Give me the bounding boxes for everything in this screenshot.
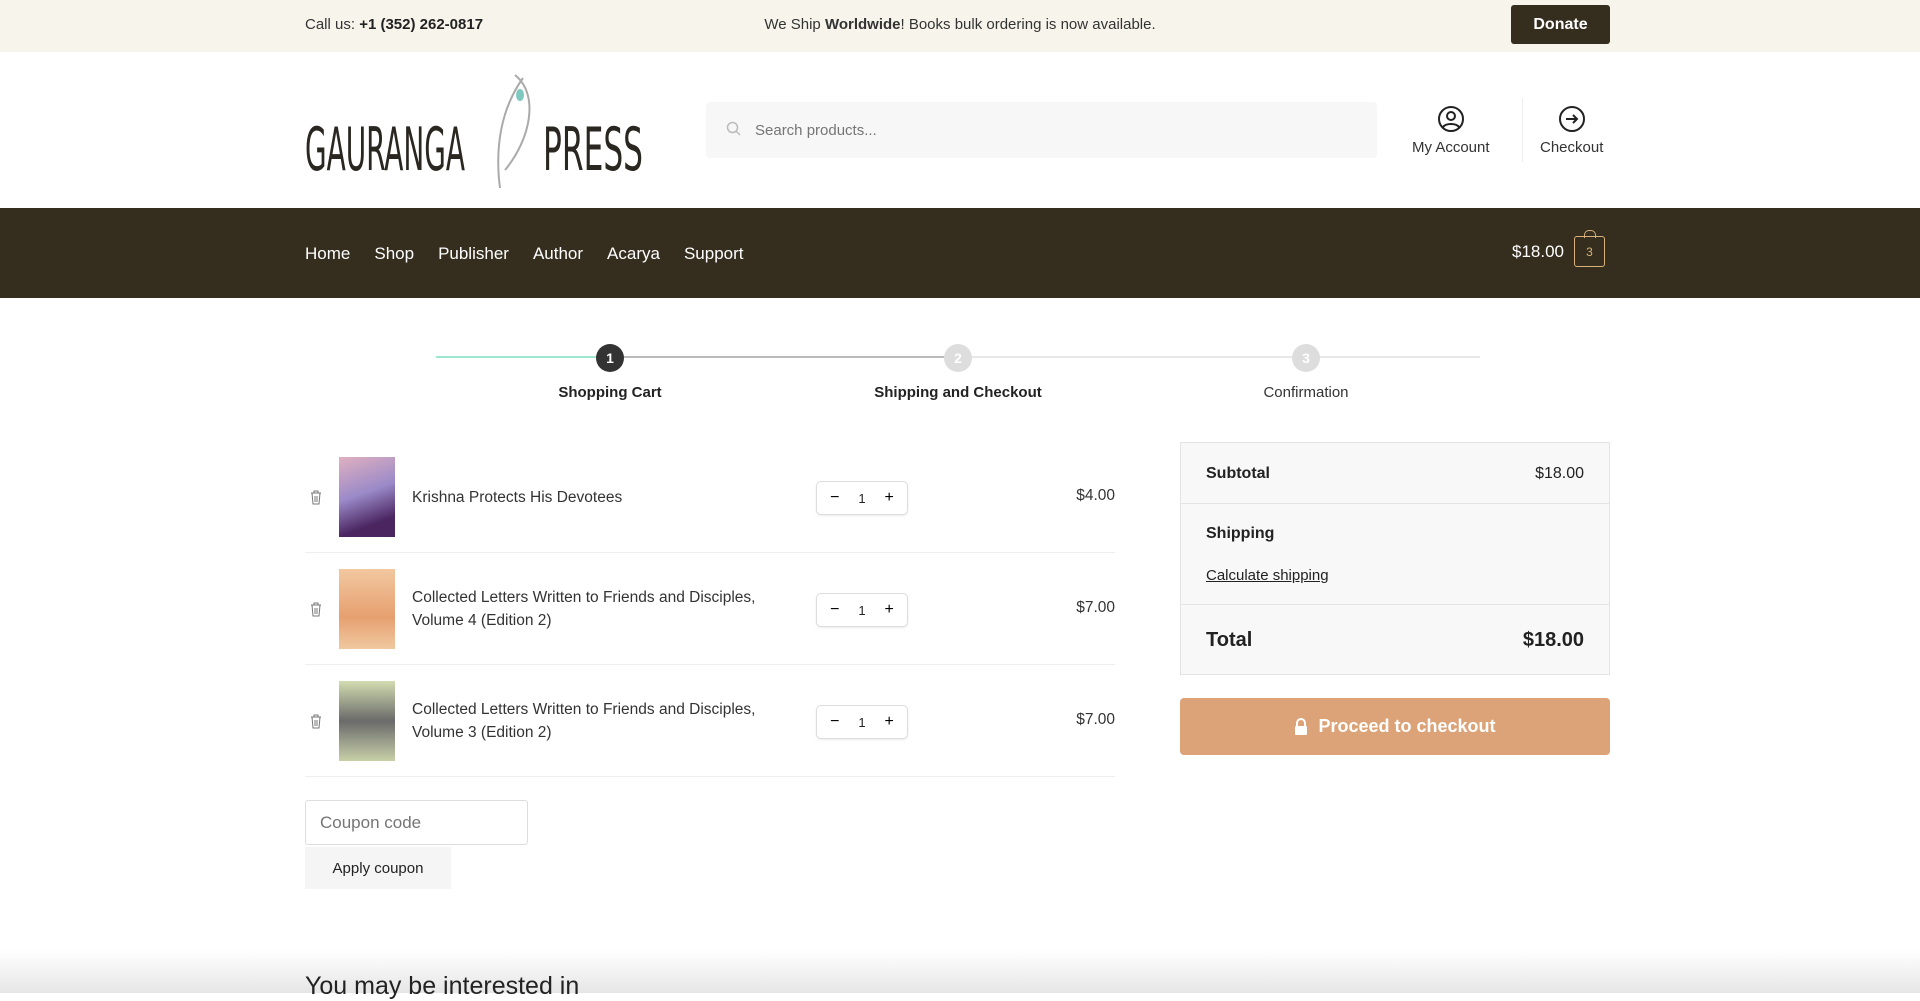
coupon-code-input[interactable] [305, 800, 528, 845]
proceed-to-checkout-button[interactable]: Proceed to checkout [1180, 698, 1610, 755]
user-icon [1437, 106, 1464, 132]
cart-total: $18.00 [1512, 241, 1564, 261]
trash-icon[interactable] [309, 601, 323, 617]
donate-button[interactable]: Donate [1511, 5, 1610, 44]
trash-icon[interactable] [309, 489, 323, 505]
quantity-stepper[interactable]: −1 + [816, 593, 908, 627]
cart-item: Collected Letters Written to Friends and… [305, 553, 1115, 665]
search-input[interactable] [755, 102, 1355, 158]
my-account-link[interactable]: My Account [1412, 105, 1490, 156]
apply-coupon-button[interactable]: Apply coupon [305, 847, 451, 889]
divider [1522, 98, 1523, 162]
cart-item: Collected Letters Written to Friends and… [305, 665, 1115, 777]
phone-number[interactable]: +1 (352) 262-0817 [359, 16, 483, 33]
progress-line [1320, 356, 1480, 358]
step-1-marker: 1 [596, 344, 624, 372]
increase-button[interactable]: + [877, 489, 901, 507]
nav-support[interactable]: Support [684, 244, 744, 264]
decrease-button[interactable]: − [823, 601, 847, 619]
cart-count: 3 [1586, 244, 1593, 259]
lock-icon [1295, 718, 1308, 735]
increase-button[interactable]: + [877, 713, 901, 731]
calculate-shipping-link[interactable]: Calculate shipping [1206, 567, 1329, 584]
arrow-right-circle-icon [1558, 106, 1585, 132]
mini-cart[interactable]: $18.00 3 [1512, 230, 1605, 267]
nav-acarya[interactable]: Acarya [607, 244, 660, 264]
product-price: $7.00 [1076, 711, 1115, 728]
shipping-message: We Ship Worldwide! Books bulk ordering i… [764, 16, 1156, 33]
product-name[interactable]: Collected Letters Written to Friends and… [412, 553, 772, 665]
total-value: $18.00 [1522, 629, 1584, 651]
product-price: $4.00 [1076, 487, 1115, 504]
step-2-marker: 2 [944, 344, 972, 372]
progress-line [972, 356, 1292, 358]
main-nav: Home Shop Publisher Author Acarya Suppor… [0, 208, 1920, 298]
top-bar: Call us: +1 (352) 262-0817 We Ship World… [0, 0, 1920, 52]
svg-text:GAURANGA: GAURANGA [305, 115, 465, 185]
cart-totals: Subtotal $18.00 Shipping Calculate shipp… [1180, 442, 1610, 675]
nav-publisher[interactable]: Publisher [438, 244, 509, 264]
progress-line [624, 356, 944, 358]
call-us: Call us: +1 (352) 262-0817 [305, 16, 484, 33]
subtotal-value: $18.00 [1535, 465, 1584, 482]
product-thumbnail[interactable] [339, 681, 395, 761]
nav-author[interactable]: Author [533, 244, 583, 264]
cart-bag-icon: 3 [1574, 230, 1605, 267]
step-3-label: Confirmation [1263, 384, 1349, 401]
product-name[interactable]: Collected Letters Written to Friends and… [412, 665, 772, 777]
decrease-button[interactable]: − [823, 489, 847, 507]
search-bar [706, 102, 1377, 158]
shipping-label: Shipping [1206, 525, 1275, 542]
step-3-marker: 3 [1292, 344, 1320, 372]
quantity-stepper[interactable]: −1 + [816, 705, 908, 739]
search-icon [726, 121, 741, 136]
cart-item: Krishna Protects His Devotees −1 + $4.00 [305, 441, 1115, 553]
nav-shop[interactable]: Shop [374, 244, 414, 264]
increase-button[interactable]: + [877, 601, 901, 619]
product-thumbnail[interactable] [339, 569, 395, 649]
progress-line-done [436, 356, 596, 358]
product-thumbnail[interactable] [339, 457, 395, 537]
nav-home[interactable]: Home [305, 244, 350, 264]
step-2-label: Shipping and Checkout [874, 384, 1042, 401]
product-name[interactable]: Krishna Protects His Devotees [412, 441, 772, 553]
svg-text:PRESS: PRESS [543, 115, 643, 185]
section-divider [0, 950, 1920, 993]
checkout-link[interactable]: Checkout [1540, 105, 1603, 156]
trash-icon[interactable] [309, 713, 323, 729]
quantity-stepper[interactable]: −1 + [816, 481, 908, 515]
logo[interactable]: GAURANGA PRESS [305, 70, 650, 190]
decrease-button[interactable]: − [823, 713, 847, 731]
related-products-heading: You may be interested in [305, 972, 580, 1000]
product-price: $7.00 [1076, 599, 1115, 616]
step-1-label: Shopping Cart [558, 384, 662, 401]
